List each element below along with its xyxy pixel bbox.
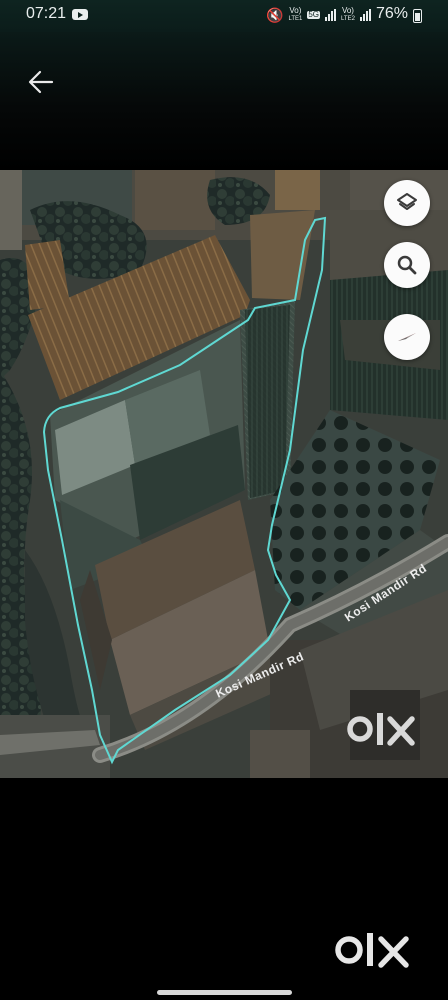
battery-icon bbox=[413, 9, 422, 23]
map-search-button[interactable] bbox=[384, 242, 430, 288]
layers-button[interactable] bbox=[384, 180, 430, 226]
status-time: 07:21 bbox=[26, 5, 67, 22]
lte1-sub: LTE1 bbox=[288, 16, 303, 22]
olx-footer-logo-icon bbox=[335, 933, 409, 968]
lte1-label: Vo) bbox=[289, 6, 302, 15]
olx-watermark-footer bbox=[334, 928, 416, 977]
satellite-map: Kosi Mandir Rd Kosi Mandir Rd bbox=[0, 170, 448, 778]
status-icons: 🔇 Vo) LTE1 5G Vo) LTE2 bbox=[266, 6, 371, 24]
status-bar: 07:21 🔇 Vo) LTE1 5G Vo) LTE2 76% bbox=[0, 0, 448, 32]
5g-label: 5G bbox=[308, 10, 320, 19]
compass-icon bbox=[398, 333, 416, 341]
lte2-label: Vo) bbox=[341, 6, 354, 15]
signal-1-icon bbox=[325, 9, 337, 21]
battery-percent: 76% bbox=[376, 5, 409, 22]
arrow-left-icon bbox=[28, 70, 54, 94]
compass-button[interactable] bbox=[384, 314, 430, 360]
lte1-indicator: Vo) LTE1 bbox=[288, 7, 302, 23]
layers-icon bbox=[397, 193, 417, 210]
screen: 07:21 🔇 Vo) LTE1 5G Vo) LTE2 76% Kosi Ma… bbox=[0, 0, 448, 1000]
map-image[interactable]: Kosi Mandir Rd Kosi Mandir Rd bbox=[0, 170, 448, 778]
back-button[interactable] bbox=[22, 64, 62, 100]
search-icon bbox=[397, 255, 417, 275]
5g-indicator: 5G bbox=[307, 10, 321, 19]
lte2-indicator: Vo) LTE2 bbox=[341, 7, 355, 23]
youtube-notification-icon bbox=[72, 9, 88, 20]
app-bar bbox=[0, 32, 448, 170]
home-gesture-bar[interactable] bbox=[157, 990, 292, 995]
mute-icon: 🔇 bbox=[266, 6, 284, 23]
lte2-sub: LTE2 bbox=[341, 16, 355, 22]
signal-2-icon bbox=[359, 9, 371, 21]
olx-watermark-image bbox=[346, 707, 424, 756]
olx-logo-icon bbox=[347, 713, 415, 746]
